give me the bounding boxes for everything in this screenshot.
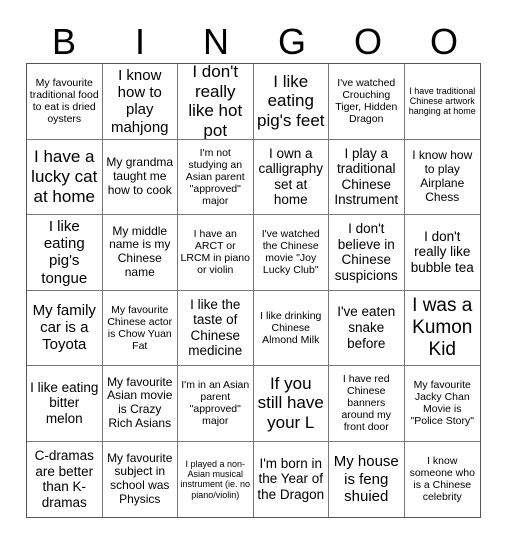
bingo-cell-text: I played a non-Asian musical instrument … bbox=[180, 458, 251, 500]
bingo-cell[interactable]: I've watched the Chinese movie "Joy Luck… bbox=[253, 215, 329, 291]
bingo-cell-text: I like the taste of Chinese medicine bbox=[188, 296, 243, 359]
header-letter-g: G bbox=[277, 21, 306, 62]
bingo-cell[interactable]: C-dramas are better than K-dramas bbox=[27, 441, 103, 517]
header-letter-o2: O bbox=[429, 21, 458, 62]
bingo-cell[interactable]: I know how to play mahjong bbox=[102, 64, 178, 140]
bingo-cell-text: I know how to play Airplane Chess bbox=[412, 148, 473, 204]
bingo-cell-text: I've watched Crouching Tiger, Hidden Dra… bbox=[335, 77, 398, 126]
bingo-cell[interactable]: If you still have your L bbox=[253, 366, 329, 442]
bingo-cell-text: I own a calligraphy set at home bbox=[258, 145, 324, 208]
bingo-cell-text: My middle name is my Chinese name bbox=[109, 223, 171, 280]
bingo-cell-text: I've eaten snake before bbox=[337, 304, 396, 351]
bingo-cell[interactable]: My favourite Asian movie is Crazy Rich A… bbox=[102, 366, 178, 442]
bingo-cell-text: My favourite traditional food to eat is … bbox=[29, 77, 99, 126]
bingo-cell[interactable]: My house is feng shuied bbox=[329, 441, 405, 517]
bingo-cell-text: I like eating pig's feet bbox=[256, 71, 325, 131]
bingo-cell[interactable]: I don't really like bubble tea bbox=[404, 215, 480, 291]
bingo-cell[interactable]: I've eaten snake before bbox=[329, 290, 405, 366]
bingo-cell[interactable]: I have traditional Chinese artwork hangi… bbox=[404, 64, 480, 140]
bingo-cell-text: I play a traditional Chinese Instrument bbox=[334, 145, 399, 208]
header-letter-o: O bbox=[353, 21, 382, 62]
bingo-cell[interactable]: I like eating pig's feet bbox=[253, 64, 329, 140]
bingo-cell[interactable]: My favourite traditional food to eat is … bbox=[27, 64, 103, 140]
bingo-cell[interactable]: I like the taste of Chinese medicine bbox=[178, 290, 254, 366]
bingo-cell-text: My house is feng shuied bbox=[333, 453, 399, 505]
bingo-cell-text: My favourite Jacky Chan Movie is "Police… bbox=[410, 379, 474, 428]
bingo-cell[interactable]: I'm in an Asian parent "approved" major bbox=[178, 366, 254, 442]
bingo-cell[interactable]: I don't believe in Chinese suspicions bbox=[329, 215, 405, 291]
header-letter-b: B bbox=[51, 21, 76, 62]
bingo-cell-text: My favourite Asian movie is Crazy Rich A… bbox=[107, 374, 173, 431]
bingo-cell-text: I know how to play mahjong bbox=[110, 66, 169, 136]
bingo-cell[interactable]: I have red Chinese banners around my fro… bbox=[329, 366, 405, 442]
bingo-cell[interactable]: I like drinking Chinese Almond Milk bbox=[253, 290, 329, 366]
bingo-cell[interactable]: I own a calligraphy set at home bbox=[253, 139, 329, 215]
bingo-cell-text: I've watched the Chinese movie "Joy Luck… bbox=[261, 228, 320, 277]
bingo-cell[interactable]: My favourite Chinese actor is Chow Yuan … bbox=[102, 290, 178, 366]
bingo-cell[interactable]: My family car is a Toyota bbox=[27, 290, 103, 366]
bingo-cell[interactable]: My favourite subject in school was Physi… bbox=[103, 441, 178, 517]
bingo-cell[interactable]: I don't really like hot pot bbox=[178, 64, 254, 140]
bingo-cell-text: I don't believe in Chinese suspicions bbox=[334, 221, 398, 283]
bingo-cell-text: My grandma taught me how to cook bbox=[106, 155, 174, 197]
bingo-cell[interactable]: My middle name is my Chinese name bbox=[102, 215, 178, 291]
bingo-cell[interactable]: I'm born in the Year of the Dragon bbox=[254, 441, 329, 517]
bingo-cell-text: My favourite Chinese actor is Chow Yuan … bbox=[107, 303, 173, 352]
bingo-cell-text: I'm born in the Year of the Dragon bbox=[257, 455, 325, 502]
bingo-cell-text: I have red Chinese banners around my fro… bbox=[341, 373, 392, 434]
bingo-cell-text: I was a Kumon Kid bbox=[412, 294, 473, 360]
bingo-cell[interactable]: I know someone who is a Chinese celebrit… bbox=[405, 442, 481, 518]
bingo-cell[interactable]: I like eating pig's tongue bbox=[27, 215, 103, 291]
bingo-header: B I N G O O bbox=[26, 22, 482, 62]
bingo-cell[interactable]: I like eating bitter melon bbox=[27, 366, 103, 442]
bingo-cell[interactable]: I play a traditional Chinese Instrument bbox=[329, 139, 405, 215]
bingo-cell[interactable]: I know how to play Airplane Chess bbox=[404, 140, 480, 215]
bingo-cell-text: If you still have your L bbox=[257, 373, 324, 433]
bingo-cell-text: I have an ARCT or LRCM in piano or violi… bbox=[180, 228, 250, 277]
bingo-cell-text: I like eating bitter melon bbox=[30, 379, 99, 426]
bingo-cell-text: I don't really like hot pot bbox=[188, 64, 243, 140]
bingo-cell[interactable]: My grandma taught me how to cook bbox=[102, 139, 178, 215]
bingo-cell-text: I'm in an Asian parent "approved" major bbox=[181, 379, 250, 428]
bingo-cell[interactable]: My favourite Jacky Chan Movie is "Police… bbox=[404, 366, 480, 442]
bingo-cell[interactable]: I've watched Crouching Tiger, Hidden Dra… bbox=[329, 64, 405, 140]
bingo-cell[interactable]: I was a Kumon Kid bbox=[404, 291, 480, 366]
bingo-cell-text: My family car is a Toyota bbox=[32, 301, 96, 354]
bingo-cell-text: C-dramas are better than K-dramas bbox=[34, 448, 94, 510]
bingo-cell-text: My favourite subject in school was Physi… bbox=[107, 450, 173, 507]
bingo-cell-text: I know someone who is a Chinese celebrit… bbox=[409, 455, 475, 504]
bingo-cell[interactable]: I have a lucky cat at home bbox=[27, 139, 103, 215]
bingo-cell-text: I'm not studying an Asian parent "approv… bbox=[185, 146, 245, 207]
header-letter-i: I bbox=[134, 21, 145, 62]
header-letter-n: N bbox=[203, 21, 229, 62]
bingo-cell-text: I like drinking Chinese Almond Milk bbox=[260, 309, 322, 346]
bingo-cell-text: I have a lucky cat at home bbox=[31, 147, 98, 206]
bingo-board: My favourite traditional food to eat is … bbox=[26, 63, 481, 518]
bingo-cell[interactable]: I have an ARCT or LRCM in piano or violi… bbox=[178, 215, 254, 291]
bingo-cell-text: I have traditional Chinese artwork hangi… bbox=[408, 85, 476, 117]
bingo-cell[interactable]: I'm not studying an Asian parent "approv… bbox=[178, 139, 254, 215]
bingo-cell[interactable]: I played a non-Asian musical instrument … bbox=[178, 441, 254, 517]
bingo-cell-text: I like eating pig's tongue bbox=[41, 217, 88, 287]
bingo-cell-text: I don't really like bubble tea bbox=[410, 228, 474, 275]
